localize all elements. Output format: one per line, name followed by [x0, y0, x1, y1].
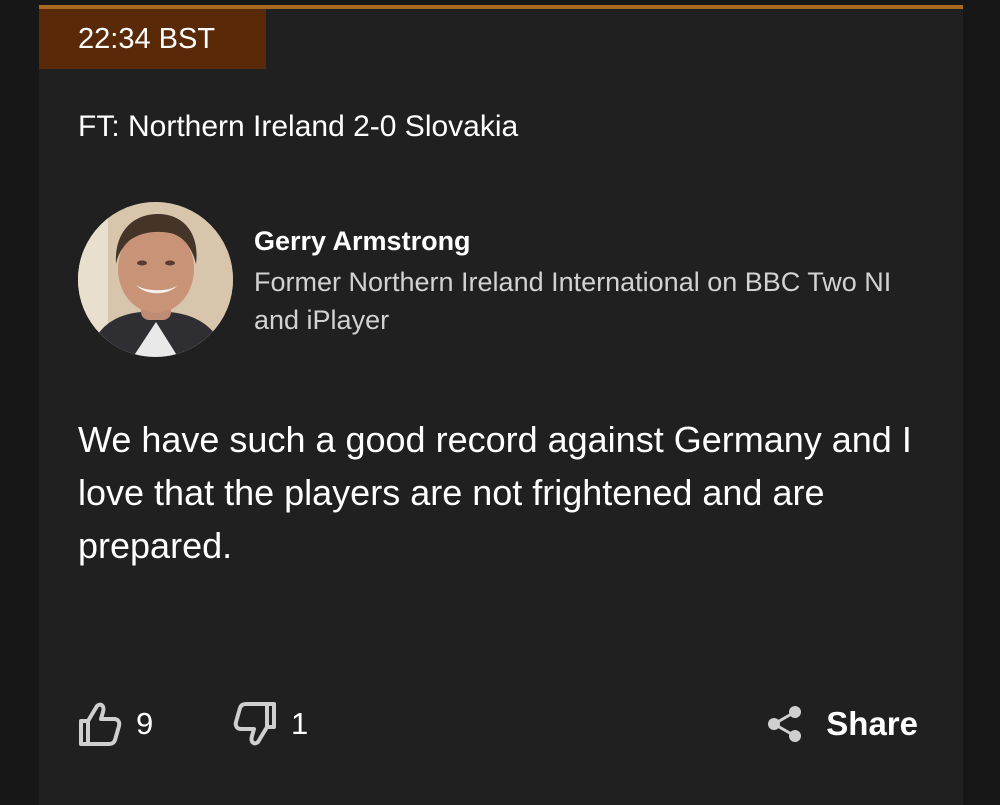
- author-photo: [78, 202, 233, 357]
- like-count: 9: [136, 706, 154, 741]
- post-headline: FT: Northern Ireland 2-0 Slovakia: [78, 110, 519, 143]
- dislike-button[interactable]: 1: [233, 699, 308, 749]
- like-button[interactable]: 9: [78, 699, 153, 749]
- share-label: Share: [826, 705, 918, 742]
- thumbs-up-icon: [79, 702, 122, 746]
- author-avatar: [78, 202, 233, 357]
- timestamp-badge: 22:34 BST: [39, 9, 266, 69]
- dislike-count: 1: [291, 706, 309, 741]
- post-quote: We have such a good record against Germa…: [78, 419, 912, 566]
- live-page: 22:34 BST FT: Northern Ireland 2-0 Slova…: [0, 0, 1000, 805]
- author-name: Gerry Armstrong: [254, 226, 471, 256]
- post-actions: 9 1 Share: [78, 699, 918, 749]
- thumbs-down-icon: [233, 702, 276, 746]
- author-block: Gerry Armstrong Former Northern Ireland …: [78, 202, 918, 362]
- share-icon: [768, 706, 802, 742]
- author-role: Former Northern Ireland International on…: [254, 267, 892, 335]
- live-post-card: 22:34 BST FT: Northern Ireland 2-0 Slova…: [39, 5, 963, 805]
- share-button[interactable]: Share: [766, 699, 918, 749]
